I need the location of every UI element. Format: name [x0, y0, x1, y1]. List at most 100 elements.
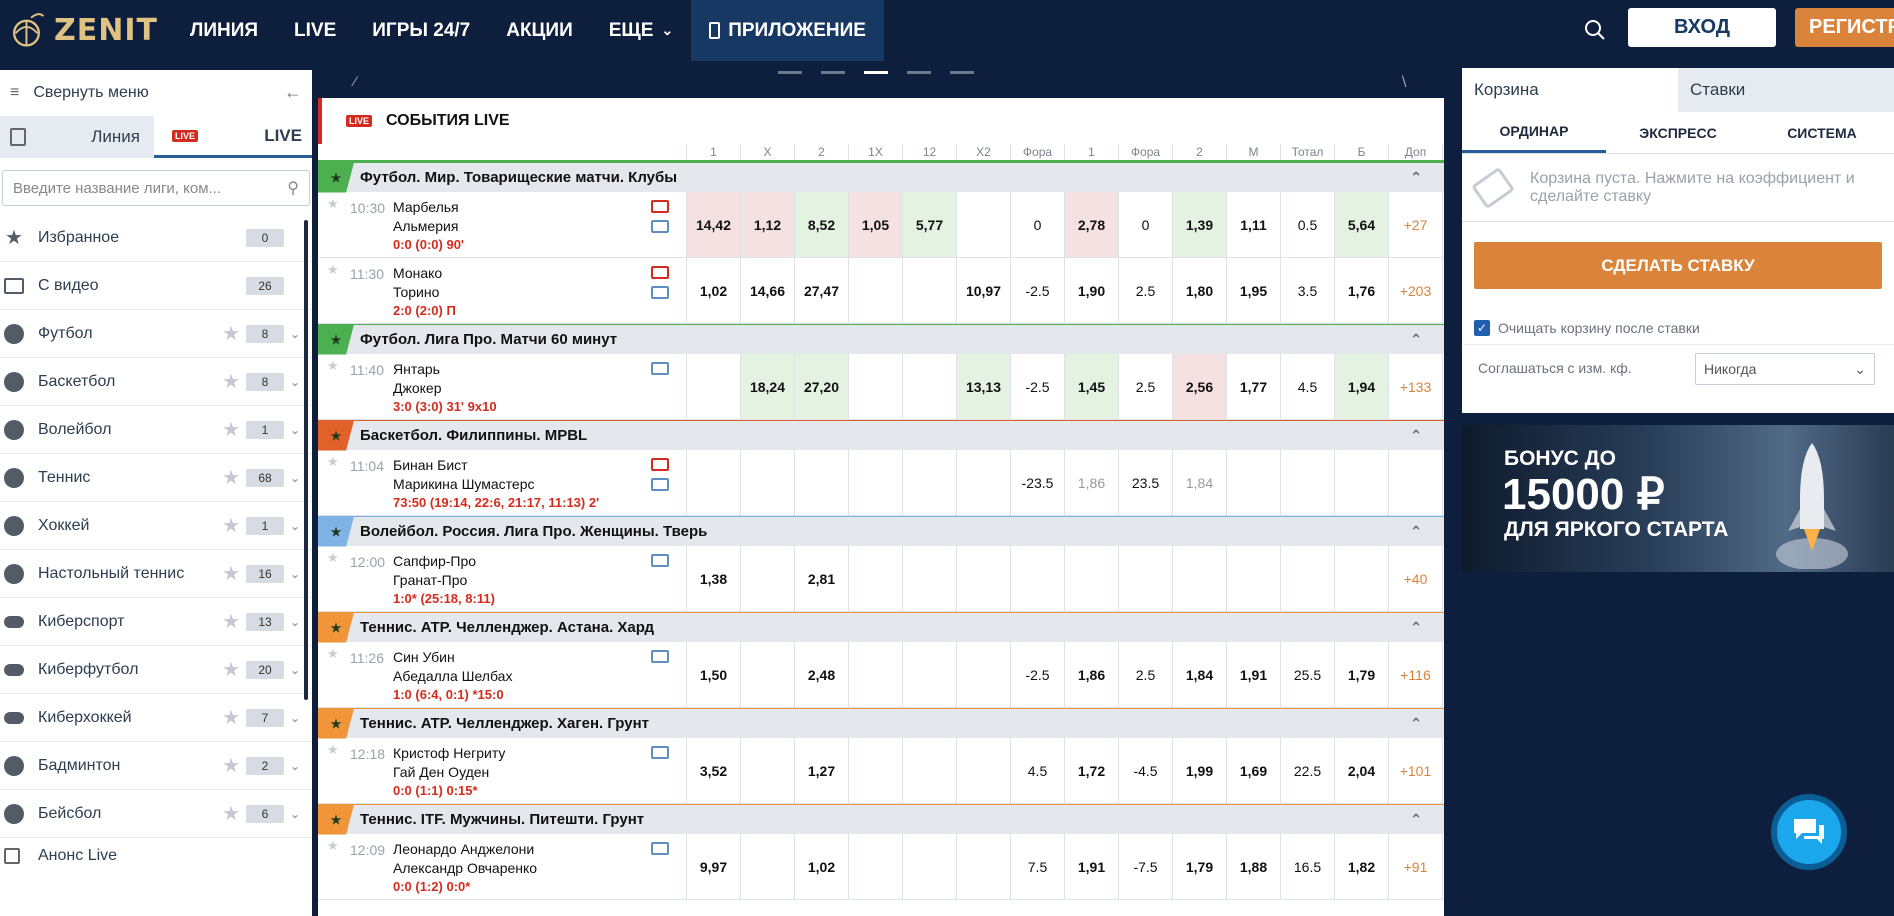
league-header[interactable]: ★ Теннис. ATP. Челленджер. Хаген. Грунт ⌃: [318, 708, 1444, 739]
odds-cell[interactable]: 10,97: [957, 258, 1011, 323]
favorite-star-icon[interactable]: ★: [327, 646, 339, 662]
make-bet-button[interactable]: СДЕЛАТЬ СТАВКУ: [1474, 242, 1882, 289]
odds-cell[interactable]: 1,11: [1227, 192, 1281, 257]
sidebar-item-2[interactable]: Футбол ★ 8 ⌄: [0, 310, 312, 358]
login-button[interactable]: ВХОД: [1628, 8, 1776, 47]
odds-cell[interactable]: 8,52: [795, 192, 849, 257]
carousel-next-icon[interactable]: ∖: [1399, 73, 1408, 90]
favorite-star-icon[interactable]: ★: [327, 838, 339, 854]
carousel-prev-icon[interactable]: ⁄: [354, 73, 356, 89]
league-header[interactable]: ★ Футбол. Мир. Товарищеские матчи. Клубы ⌃: [318, 162, 1444, 193]
odds-cell[interactable]: 1,76: [1335, 258, 1389, 323]
match-info[interactable]: ★ 11:30 Монако Торино 2:0 (2:0) П: [318, 258, 687, 323]
odds-cell[interactable]: 22.5: [1281, 738, 1335, 803]
league-star-icon[interactable]: ★: [318, 708, 354, 739]
sidebar-item-12[interactable]: Бейсбол ★ 6 ⌄: [0, 790, 312, 838]
odds-cell[interactable]: 2.5: [1119, 354, 1173, 419]
league-star-icon[interactable]: ★: [318, 516, 354, 547]
more-markets-link[interactable]: +40: [1389, 546, 1443, 611]
sidebar-item-10[interactable]: Киберхоккей ★ 7 ⌄: [0, 694, 312, 742]
match-info[interactable]: ★ 11:40 Янтарь Джокер 3:0 (3:0) 31' 9x10: [318, 354, 687, 419]
video-icon[interactable]: [651, 200, 669, 213]
favorite-star-icon[interactable]: ★: [327, 454, 339, 470]
video-icon[interactable]: [651, 266, 669, 279]
sidebar-item-9[interactable]: Киберфутбол ★ 20 ⌄: [0, 646, 312, 694]
odds-cell[interactable]: 3.5: [1281, 258, 1335, 323]
odds-cell[interactable]: 1,12: [741, 192, 795, 257]
odds-cell[interactable]: 1,79: [1335, 642, 1389, 707]
nav-games-247[interactable]: ИГРЫ 24/7: [354, 0, 488, 61]
odds-cell[interactable]: -2.5: [1011, 258, 1065, 323]
sidebar-item-8[interactable]: Киберспорт ★ 13 ⌄: [0, 598, 312, 646]
odds-cell[interactable]: 1,05: [849, 192, 903, 257]
odds-cell[interactable]: 1,38: [687, 546, 741, 611]
odds-cell[interactable]: 1,95: [1227, 258, 1281, 323]
odds-cell[interactable]: 1,69: [1227, 738, 1281, 803]
tracker-icon[interactable]: [651, 478, 669, 491]
odds-cell[interactable]: 5,64: [1335, 192, 1389, 257]
odds-cell[interactable]: 25.5: [1281, 642, 1335, 707]
odds-cell[interactable]: 7.5: [1011, 834, 1065, 899]
odds-cell[interactable]: 3,52: [687, 738, 741, 803]
tab-bets[interactable]: Ставки: [1678, 68, 1894, 112]
tracker-icon[interactable]: [651, 842, 669, 855]
odds-cell[interactable]: 0: [1119, 192, 1173, 257]
carousel-dot[interactable]: [950, 71, 974, 74]
odds-cell[interactable]: 2.5: [1119, 258, 1173, 323]
tab-single[interactable]: ОРДИНАР: [1462, 112, 1606, 153]
tab-express[interactable]: ЭКСПРЕСС: [1606, 112, 1750, 153]
match-info[interactable]: ★ 12:00 Сапфир-Про Гранат-Про 1:0* (25:18, 8…: [318, 546, 687, 611]
odds-cell[interactable]: 2,04: [1335, 738, 1389, 803]
match-info[interactable]: ★ 10:30 Марбелья Альмерия 0:0 (0:0) 90': [318, 192, 687, 257]
tracker-icon[interactable]: [651, 286, 669, 299]
odds-cell[interactable]: 2,78: [1065, 192, 1119, 257]
chevron-up-icon[interactable]: ⌃: [1410, 811, 1422, 828]
league-star-icon[interactable]: ★: [318, 804, 354, 835]
nav-app[interactable]: ПРИЛОЖЕНИЕ: [691, 0, 884, 61]
match-info[interactable]: ★ 12:18 Кристоф Негриту Гай Ден Оуден 0:0 (1…: [318, 738, 687, 803]
favorite-star-icon[interactable]: ★: [327, 358, 339, 374]
odds-cell[interactable]: 0.5: [1281, 192, 1335, 257]
odds-cell[interactable]: 1,80: [1173, 258, 1227, 323]
odds-cell[interactable]: 1,79: [1173, 834, 1227, 899]
odds-cell[interactable]: 1,77: [1227, 354, 1281, 419]
nav-live[interactable]: LIVE: [276, 0, 354, 61]
odds-cell[interactable]: 2.5: [1119, 642, 1173, 707]
chevron-up-icon[interactable]: ⌃: [1410, 715, 1422, 732]
odds-cell[interactable]: 5,77: [903, 192, 957, 257]
favorite-star-icon[interactable]: ★: [222, 609, 240, 634]
odds-cell[interactable]: 27,20: [795, 354, 849, 419]
favorite-star-icon[interactable]: ★: [222, 561, 240, 586]
sidebar-scrollbar[interactable]: [304, 220, 308, 700]
odds-cell[interactable]: -4.5: [1119, 738, 1173, 803]
carousel-dot-active[interactable]: [864, 71, 888, 74]
odds-cell[interactable]: 2,81: [795, 546, 849, 611]
more-markets-link[interactable]: +133: [1389, 354, 1443, 419]
odds-cell[interactable]: 1,90: [1065, 258, 1119, 323]
favorite-star-icon[interactable]: ★: [327, 550, 339, 566]
sidebar-item-7[interactable]: Настольный теннис ★ 16 ⌄: [0, 550, 312, 598]
odds-cell[interactable]: 9,97: [687, 834, 741, 899]
favorite-star-icon[interactable]: ★: [222, 417, 240, 442]
league-star-icon[interactable]: ★: [318, 420, 354, 451]
odds-cell[interactable]: 4.5: [1011, 738, 1065, 803]
favorite-star-icon[interactable]: ★: [222, 705, 240, 730]
league-star-icon[interactable]: ★: [318, 324, 354, 355]
more-markets-link[interactable]: +101: [1389, 738, 1443, 803]
tab-basket[interactable]: Корзина: [1462, 68, 1678, 112]
favorite-star-icon[interactable]: ★: [222, 801, 240, 826]
odds-cell[interactable]: -7.5: [1119, 834, 1173, 899]
chevron-up-icon[interactable]: ⌃: [1410, 619, 1422, 636]
odds-cell[interactable]: 1,99: [1173, 738, 1227, 803]
register-button[interactable]: РЕГИСТРАЦИЯ: [1795, 8, 1894, 47]
nav-more[interactable]: ЕЩЕ ⌄: [591, 0, 691, 61]
carousel-dot[interactable]: [821, 71, 845, 74]
tab-system[interactable]: СИСТЕМА: [1750, 112, 1894, 153]
nav-promos[interactable]: АКЦИИ: [488, 0, 591, 61]
agree-odds-select[interactable]: Никогда ⌄: [1695, 353, 1875, 385]
tracker-icon[interactable]: [651, 362, 669, 375]
favorite-star-icon[interactable]: ★: [222, 513, 240, 538]
league-star-icon[interactable]: ★: [318, 612, 354, 643]
more-markets-link[interactable]: +116: [1389, 642, 1443, 707]
odds-cell[interactable]: 1,91: [1065, 834, 1119, 899]
